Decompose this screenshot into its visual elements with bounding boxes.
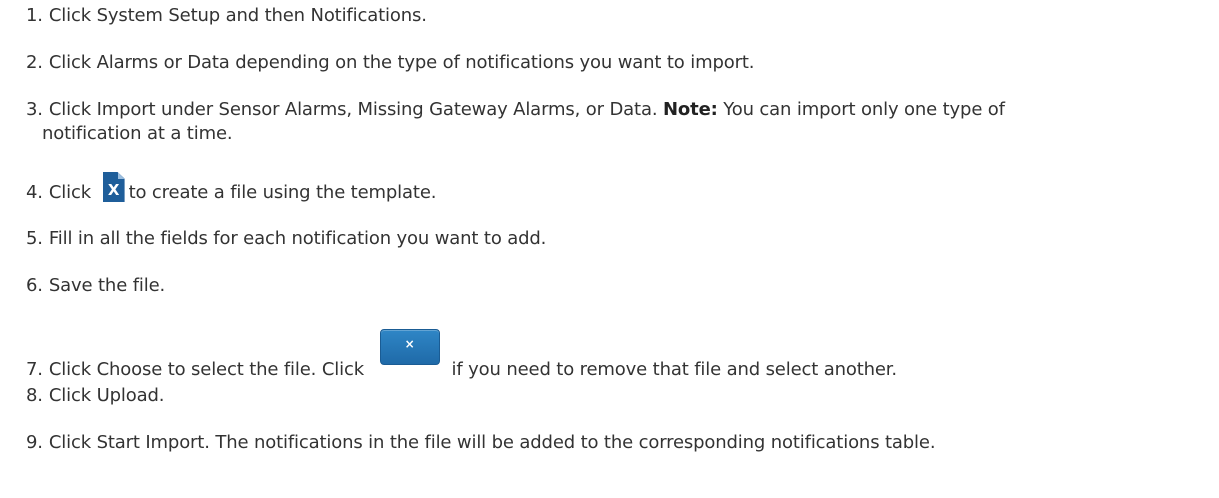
step-8: 8. Click Upload. xyxy=(26,384,1209,408)
step-text: Click Start Import. The notifications in… xyxy=(48,432,936,453)
note-label: Note: xyxy=(662,99,718,120)
step-5: 5. Fill in all the fields for each notifi… xyxy=(26,227,1209,251)
step-text: Click Import under Sensor Alarms, Missin… xyxy=(48,99,658,120)
step-1: 1. Click System Setup and then Notificati… xyxy=(26,4,1209,28)
step-text: Save the file. xyxy=(48,275,166,296)
excel-file-icon[interactable]: X xyxy=(102,172,125,202)
step-6: 6. Save the file. xyxy=(26,274,1209,298)
step-text: Click System Setup and then Notification… xyxy=(48,5,427,26)
step-number: 3. xyxy=(26,99,43,120)
step-text: Click Alarms or Data depending on the ty… xyxy=(48,52,755,73)
step-number: 4. xyxy=(26,182,43,203)
step-number: 1. xyxy=(26,5,43,26)
step-4: 4. Click Xto create a file using the temp… xyxy=(26,172,1209,205)
step-7: 7. Click Choose to select the file. Click… xyxy=(26,329,1209,382)
step-3: 3. Click Import under Sensor Alarms, Miss… xyxy=(26,98,1209,146)
step-text-before: Click Choose to select the file. Click xyxy=(48,359,370,380)
step-text: Fill in all the fields for each notifica… xyxy=(48,228,547,249)
step-number: 9. xyxy=(26,432,43,453)
step-number: 7. xyxy=(26,359,43,380)
step-continuation: notification at a time. xyxy=(42,123,233,144)
step-text-after: if you need to remove that file and sele… xyxy=(451,359,898,380)
step-2: 2. Click Alarms or Data depending on the … xyxy=(26,51,1209,75)
step-text-after: to create a file using the template. xyxy=(128,182,437,203)
remove-file-button[interactable]: × xyxy=(379,329,440,365)
step-number: 6. xyxy=(26,275,43,296)
step-number: 8. xyxy=(26,385,43,406)
step-text: Click Upload. xyxy=(48,385,165,406)
instruction-list: 1. Click System Setup and then Notificati… xyxy=(0,0,1219,498)
step-number: 5. xyxy=(26,228,43,249)
step-9: 9. Click Start Import. The notifications … xyxy=(26,431,1209,455)
step-number: 2. xyxy=(26,52,43,73)
close-icon: × xyxy=(404,337,415,351)
note-text: You can import only one type of xyxy=(717,99,1005,120)
step-text-before: Click xyxy=(48,182,97,203)
